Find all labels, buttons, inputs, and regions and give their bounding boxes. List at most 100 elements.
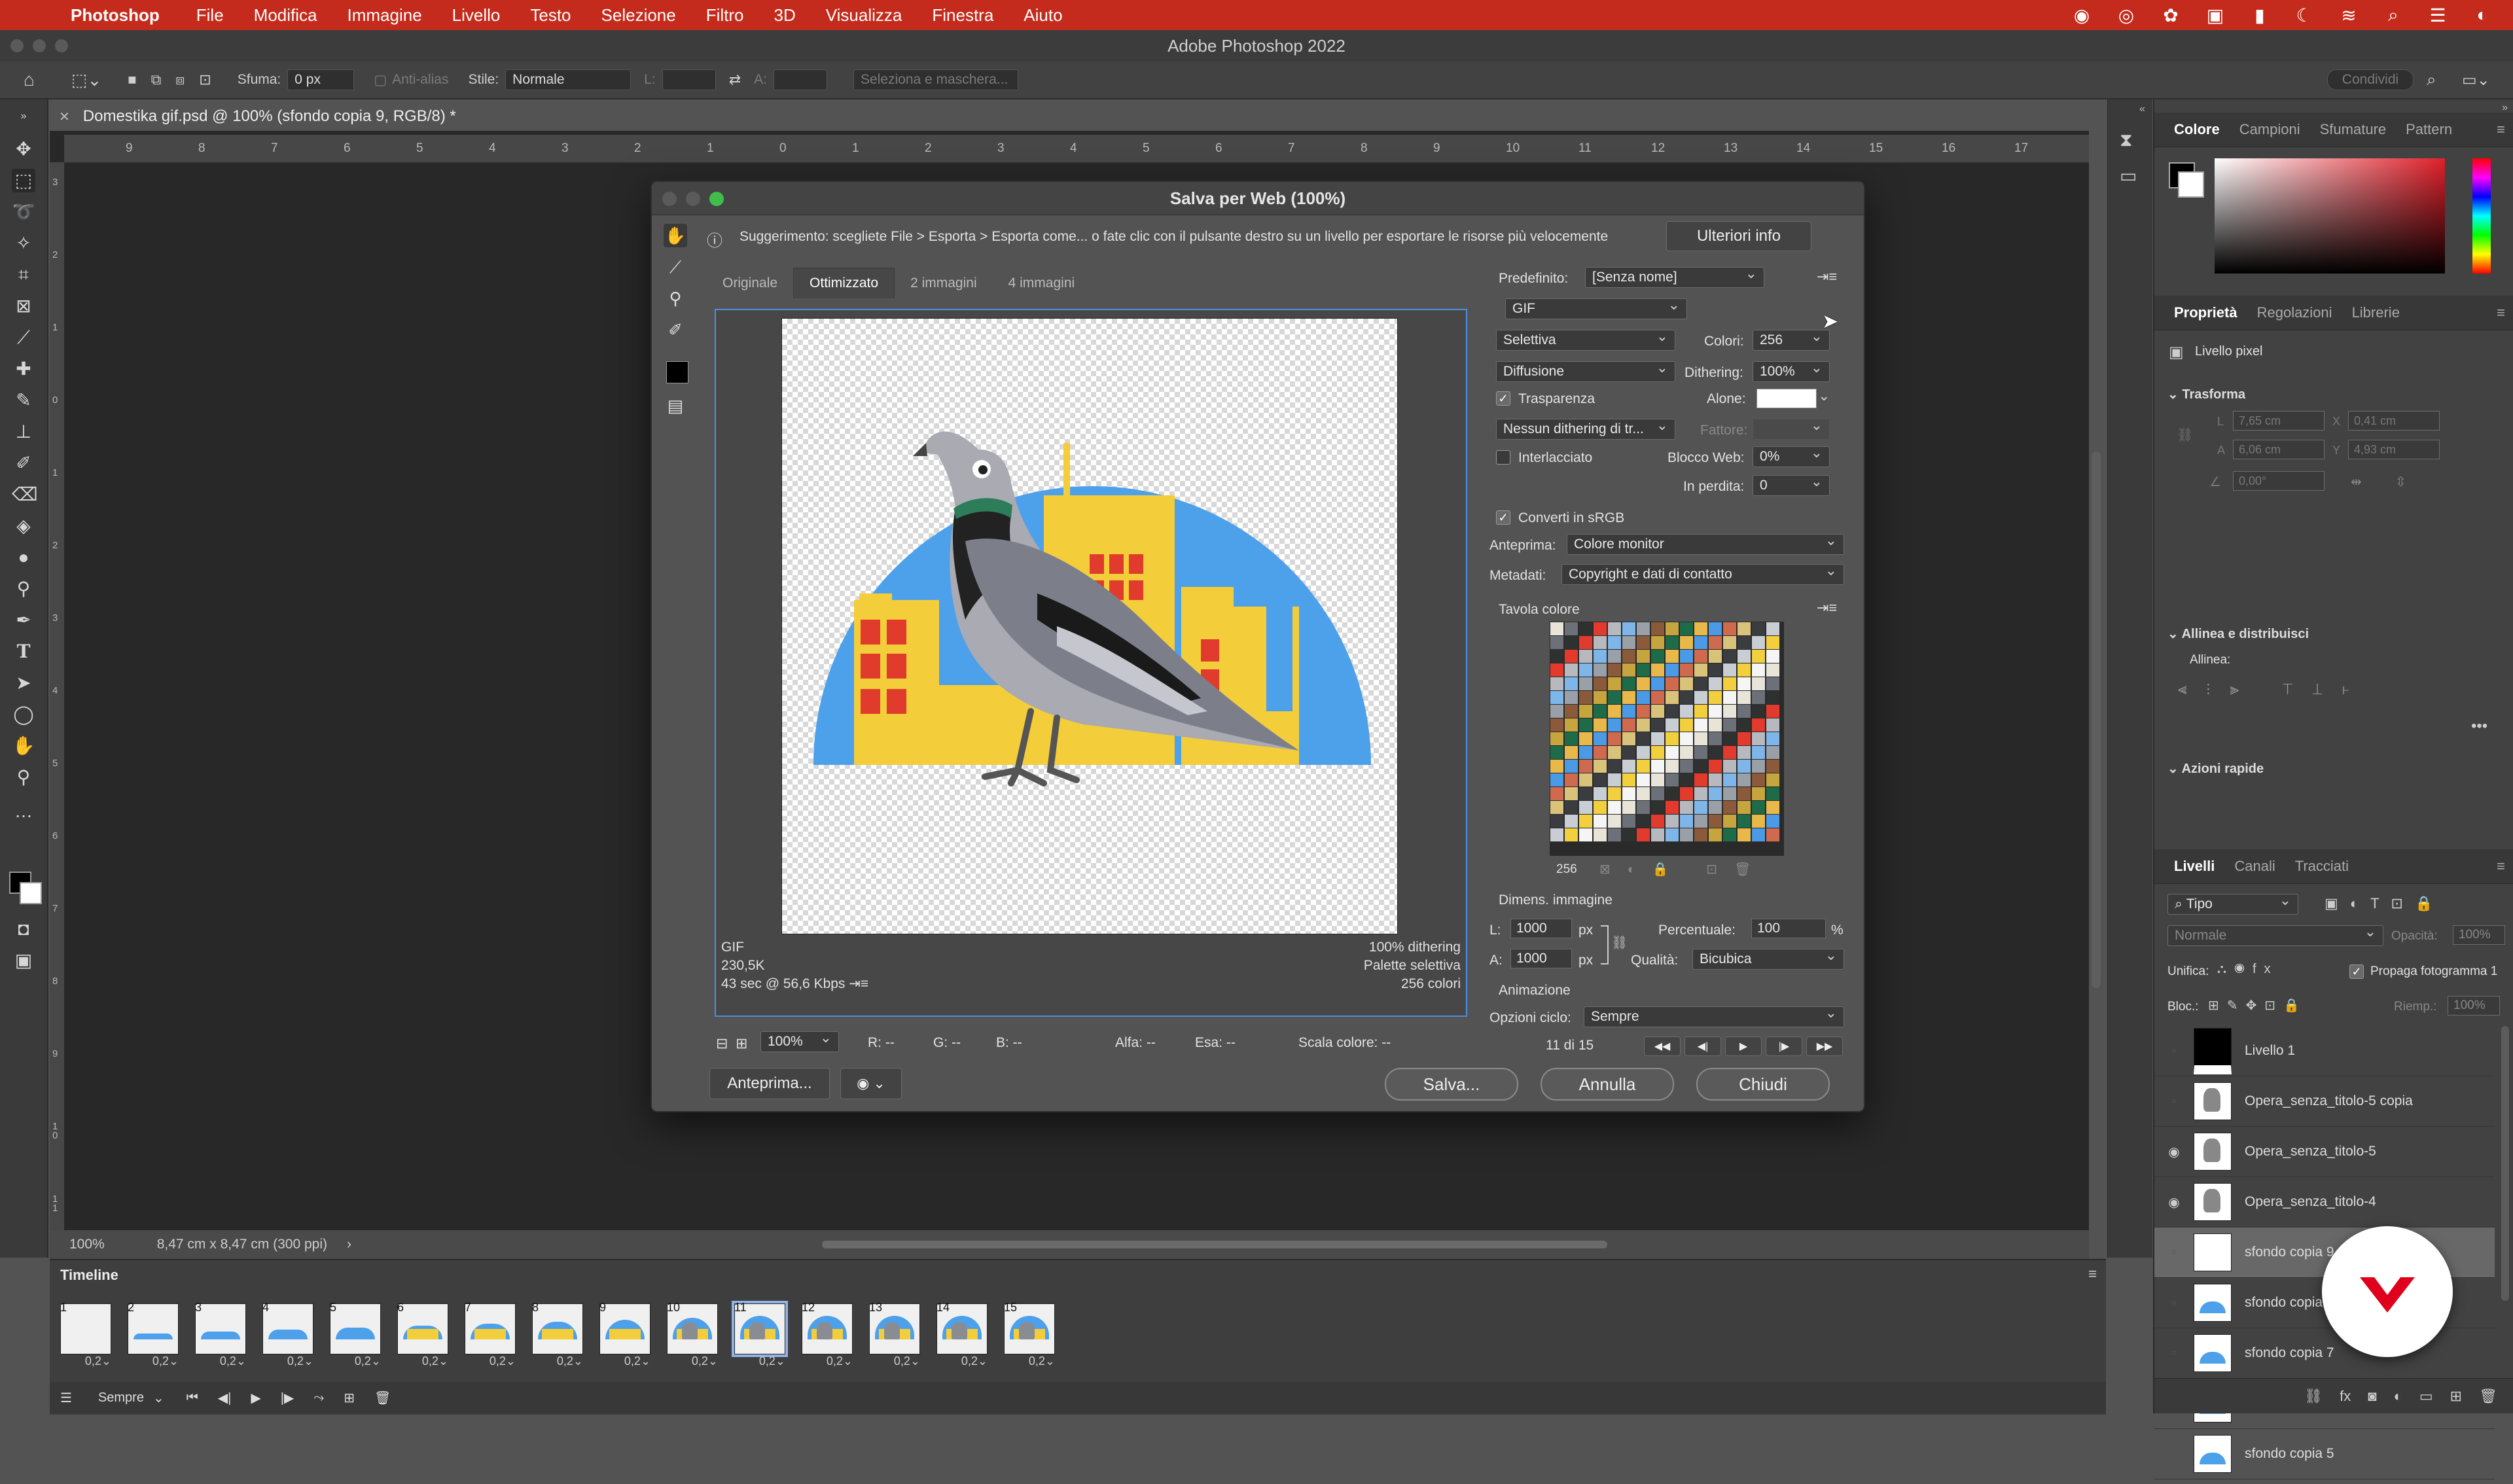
eyedropper-color-swatch[interactable]: [666, 361, 688, 383]
history-brush-tool-icon[interactable]: ✐: [12, 451, 35, 475]
domestika-badge[interactable]: [2322, 1226, 2453, 1357]
speed-menu-icon[interactable]: ⇥≡: [849, 976, 868, 991]
zoom-select[interactable]: 100%: [760, 1029, 839, 1052]
color-swatch[interactable]: [1651, 622, 1664, 635]
color-swatch[interactable]: [1666, 815, 1679, 828]
color-swatch[interactable]: [1579, 787, 1592, 800]
zoom-tool-icon[interactable]: ⚲: [664, 287, 687, 310]
lock-icons[interactable]: ⊞✎✥⊡🔒: [2208, 997, 2308, 1014]
color-swatch[interactable]: [1709, 636, 1722, 649]
zoom-in-icon[interactable]: ⊞: [736, 1035, 747, 1052]
tab-librerie[interactable]: Librerie: [2352, 304, 2400, 321]
menu-immagine[interactable]: Immagine: [348, 5, 422, 26]
color-swatch[interactable]: [1709, 677, 1722, 690]
anim-prev-button[interactable]: ◀|: [1684, 1036, 1721, 1056]
color-swatch[interactable]: [1550, 828, 1563, 841]
color-swatch[interactable]: [1709, 622, 1722, 635]
color-swatch[interactable]: [1766, 677, 1779, 690]
color-swatch[interactable]: [1738, 787, 1751, 800]
transform-width[interactable]: 7,65 cm: [2233, 411, 2325, 431]
dialog-zoom-icon[interactable]: [709, 192, 724, 206]
color-swatch[interactable]: [1752, 705, 1765, 718]
section-trasforma[interactable]: ⌄ Trasforma: [2167, 386, 2245, 402]
color-swatch[interactable]: [1651, 787, 1664, 800]
color-swatch[interactable]: [1680, 815, 1693, 828]
color-swatch[interactable]: [1723, 746, 1736, 759]
color-swatch[interactable]: [1666, 828, 1679, 841]
color-swatch[interactable]: [1766, 773, 1779, 786]
color-swatch[interactable]: [1709, 705, 1722, 718]
search-icon[interactable]: ⌕: [2427, 69, 2436, 90]
timeline-frame[interactable]: 15 0,2⌄: [1001, 1301, 1055, 1368]
interlaced-checkbox[interactable]: [1496, 450, 1510, 465]
color-swatch[interactable]: [1565, 691, 1578, 704]
color-swatch[interactable]: [1594, 691, 1607, 704]
color-swatch[interactable]: [1738, 677, 1751, 690]
tab-regolazioni[interactable]: Regolazioni: [2257, 304, 2332, 321]
panel-menu-icon[interactable]: ≡: [2497, 121, 2505, 138]
color-swatch[interactable]: [1608, 801, 1621, 814]
color-swatch[interactable]: [1579, 663, 1592, 677]
color-swatch[interactable]: [1694, 773, 1707, 786]
search-icon[interactable]: ⌕: [2382, 5, 2404, 26]
color-swatch[interactable]: [1622, 760, 1635, 773]
marquee-tool-icon[interactable]: ⬚⌄: [71, 70, 101, 90]
color-swatch[interactable]: [1594, 760, 1607, 773]
color-table-menu-icon[interactable]: ⇥≡: [1817, 599, 1837, 616]
color-swatch[interactable]: [1550, 746, 1563, 759]
color-swatch[interactable]: [1766, 746, 1779, 759]
link-layers-icon[interactable]: ⛓: [2304, 1388, 2323, 1405]
color-swatch[interactable]: [1565, 650, 1578, 663]
lossy-select[interactable]: 0: [1753, 473, 1830, 496]
collapse-icon[interactable]: »: [12, 105, 35, 128]
frame-duration[interactable]: 0,2⌄: [355, 1354, 381, 1368]
select-and-mask-button[interactable]: Seleziona e maschera...: [853, 69, 1018, 90]
slice-select-tool-icon[interactable]: ⟋: [664, 255, 687, 279]
eyedropper-tool-icon[interactable]: ✐: [664, 318, 687, 342]
hand-tool-icon[interactable]: ✋: [664, 224, 687, 247]
color-swatch[interactable]: [1680, 622, 1693, 635]
width-input[interactable]: [662, 69, 716, 90]
color-swatch[interactable]: [1637, 815, 1650, 828]
color-swatch[interactable]: [1666, 663, 1679, 677]
timeline-frame[interactable]: 6 0,2⌄: [395, 1301, 448, 1368]
menu-aiuto[interactable]: Aiuto: [1024, 5, 1062, 26]
transform-y[interactable]: 4,93 cm: [2348, 440, 2440, 459]
color-swatch[interactable]: [1579, 760, 1592, 773]
web-snap-select[interactable]: 0%: [1753, 444, 1830, 467]
color-swatch[interactable]: [1694, 746, 1707, 759]
fx-icon[interactable]: fx: [2340, 1388, 2351, 1405]
color-swatch[interactable]: [1622, 801, 1635, 814]
swap-icon[interactable]: ⇄: [729, 71, 741, 88]
color-swatch[interactable]: [1622, 787, 1635, 800]
color-swatch[interactable]: [1550, 773, 1563, 786]
transform-height[interactable]: 6,06 cm: [2233, 440, 2325, 459]
color-swatch[interactable]: [1766, 718, 1779, 732]
color-swatch[interactable]: [1579, 746, 1592, 759]
propagate-checkbox[interactable]: ✓: [2349, 964, 2364, 979]
color-swatch[interactable]: [1594, 746, 1607, 759]
color-swatch[interactable]: [1565, 746, 1578, 759]
color-swatch[interactable]: [1752, 801, 1765, 814]
color-swatch[interactable]: [1709, 760, 1722, 773]
color-swatch[interactable]: [1637, 732, 1650, 745]
menu-file[interactable]: File: [196, 5, 224, 26]
color-swatch[interactable]: [1694, 801, 1707, 814]
color-swatch[interactable]: [1565, 773, 1578, 786]
dodge-tool-icon[interactable]: ⚲: [12, 577, 35, 601]
anim-first-button[interactable]: ◀◀: [1644, 1036, 1681, 1056]
color-swatch[interactable]: [1738, 636, 1751, 649]
color-swatch[interactable]: [1694, 691, 1707, 704]
color-swatch[interactable]: [1651, 801, 1664, 814]
menu-selezione[interactable]: Selezione: [601, 5, 676, 26]
color-swatch[interactable]: [1608, 691, 1621, 704]
color-swatch[interactable]: [1680, 663, 1693, 677]
timeline-frame[interactable]: 13 0,2⌄: [866, 1301, 920, 1368]
layer-visibility-icon[interactable]: ▫: [2154, 1296, 2194, 1311]
color-swatch[interactable]: [1565, 718, 1578, 732]
color-swatch[interactable]: [1752, 650, 1765, 663]
tween-icon[interactable]: ⤳: [313, 1390, 324, 1405]
color-swatch[interactable]: [1738, 801, 1751, 814]
color-swatch[interactable]: [1594, 650, 1607, 663]
color-swatch[interactable]: [1752, 636, 1765, 649]
